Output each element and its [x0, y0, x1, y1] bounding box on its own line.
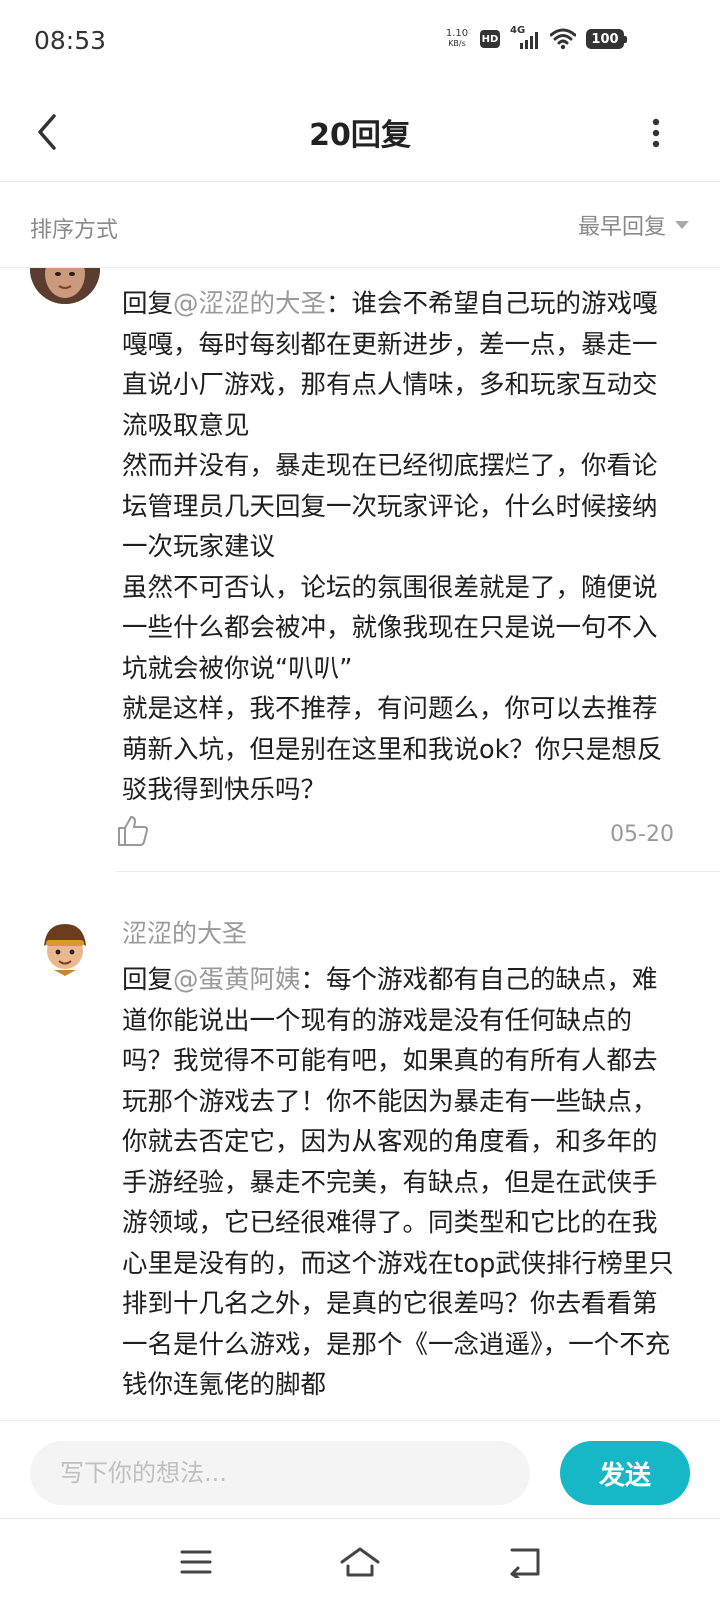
sort-bar: 排序方式 最早回复 [0, 182, 720, 268]
mention-link[interactable]: @蛋黄阿姨 [173, 965, 301, 995]
reply-body: 回复@蛋黄阿姨：每个游戏都有自己的缺点，难道你能说出一个现有的游戏是没有任何缺点… [122, 960, 682, 1406]
avatar[interactable] [34, 918, 96, 980]
send-button[interactable]: 发送 [560, 1441, 690, 1505]
triangle-down-icon [675, 221, 689, 229]
reply-prefix: 回复 [122, 965, 174, 995]
sort-label: 排序方式 [30, 218, 119, 243]
reply-text: ：每个游戏都有自己的缺点，难道你能说出一个现有的游戏是没有任何缺点的吗？我觉得不… [122, 965, 674, 1400]
reply-text: ：谁会不希望自己玩的游戏嘎嘎嘎，每时每刻都在更新进步，差一点，暴走一直说小厂游戏… [122, 289, 663, 805]
like-button[interactable] [116, 814, 156, 854]
back-nav-icon [510, 1548, 540, 1578]
battery-icon: 100 [586, 29, 627, 49]
home-nav-button[interactable] [330, 1537, 390, 1587]
reply-prefix: 回复 [122, 289, 174, 319]
mention-link[interactable]: @涩涩的大圣 [173, 289, 326, 319]
reply-list[interactable]: 回复@涩涩的大圣：谁会不希望自己玩的游戏嘎嘎嘎，每时每刻都在更新进步，差一点，暴… [0, 268, 720, 1420]
thumbs-up-icon [118, 816, 148, 846]
avatar[interactable] [30, 268, 100, 304]
reply-date: 05-20 [610, 822, 674, 847]
system-nav-bar [0, 1518, 720, 1605]
status-icons: 1.10 KB/s HD 4G 100 [444, 25, 627, 50]
username[interactable]: 涩涩的大圣 [122, 914, 247, 950]
home-icon [340, 1547, 380, 1577]
status-bar: 08:53 1.10 KB/s HD 4G 100 [0, 0, 720, 86]
network-speed: 1.10 KB/s [445, 28, 469, 49]
more-vertical-icon [652, 118, 660, 148]
divider [116, 871, 720, 872]
menu-icon [180, 1550, 212, 1574]
comment-composer: 发送 [0, 1420, 720, 1518]
hd-icon: HD [480, 30, 500, 48]
reply-body: 回复@涩涩的大圣：谁会不希望自己玩的游戏嘎嘎嘎，每时每刻都在更新进步，差一点，暴… [122, 284, 682, 811]
status-time: 08:53 [34, 26, 107, 55]
reply-input[interactable] [30, 1441, 530, 1505]
more-options-button[interactable] [640, 108, 672, 158]
back-nav-button[interactable] [496, 1537, 556, 1587]
sort-dropdown[interactable]: 最早回复 [578, 208, 690, 242]
page-title: 20回复 [309, 118, 411, 153]
menu-nav-button[interactable] [166, 1537, 226, 1587]
sort-selected-value: 最早回复 [577, 215, 666, 240]
wifi-icon [549, 28, 577, 50]
cellular-signal-icon: 4G [510, 25, 540, 50]
app-header: 20回复 [0, 86, 720, 182]
